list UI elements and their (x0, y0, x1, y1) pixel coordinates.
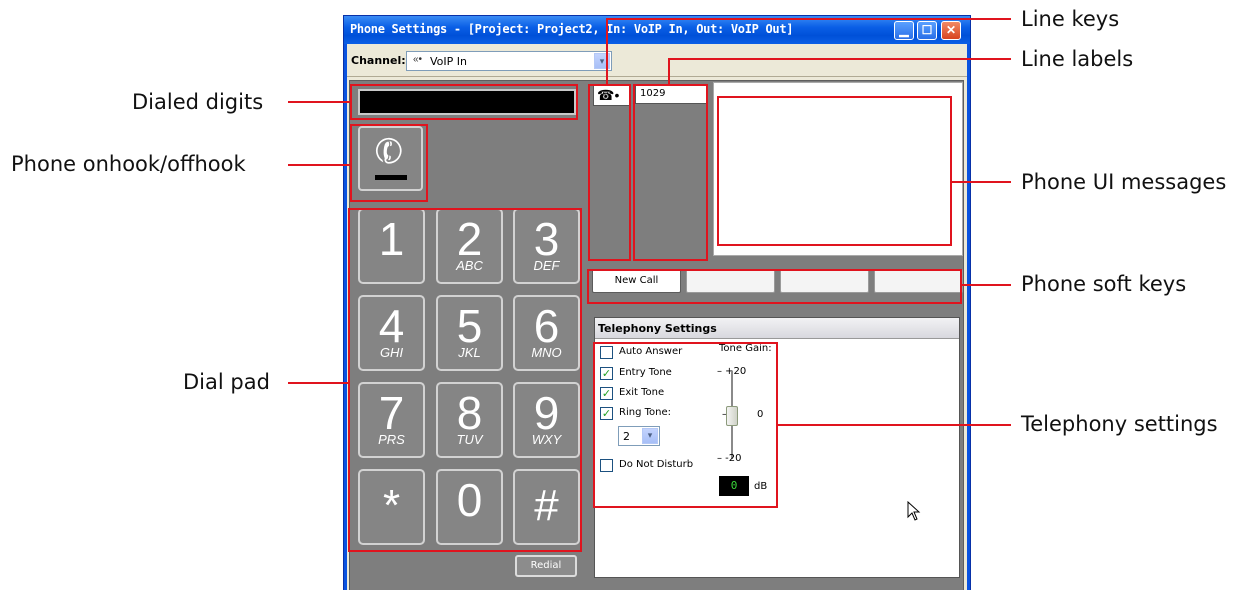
key-digit: 7 (378, 387, 405, 439)
auto-answer-checkbox[interactable] (600, 346, 613, 359)
tone-gain-value: 0 (719, 476, 749, 496)
key-letters: DEF (533, 258, 560, 273)
line-keys-connector-v (606, 18, 608, 85)
phone-settings-window: Phone Settings - [Project: Project2, In:… (343, 15, 971, 590)
hook-button[interactable]: ✆ (358, 126, 423, 191)
auto-answer-label: Auto Answer (619, 346, 683, 357)
line-labels-connector (668, 58, 1011, 60)
key-2[interactable]: 2 ABC (436, 208, 503, 284)
ring-tone-label: Ring Tone: (619, 407, 671, 418)
window-client: Channel: «• VoIP In ▾ ✆ 1 2 ABC 3 DEF 4 GHI… (347, 44, 967, 590)
exit-tone-checkbox[interactable]: ✓ (600, 387, 613, 400)
phone-panel: ✆ 1 2 ABC 3 DEF 4 GHI 5 JKL 6 MNO 7 PRS 8 TUV 9… (349, 80, 964, 590)
key-digit: # (534, 481, 559, 530)
key-digit: 0 (456, 474, 483, 526)
key-4[interactable]: 4 GHI (358, 295, 425, 371)
softkey-2[interactable] (686, 269, 775, 293)
key-digit: 6 (533, 300, 560, 352)
line-label-1: 1029 (635, 84, 708, 104)
redial-button[interactable]: Redial (515, 555, 577, 577)
ring-tone-select[interactable]: 2 ▾ (618, 426, 660, 446)
exit-tone-label: Exit Tone (619, 387, 665, 398)
key-letters: PRS (378, 432, 405, 447)
key-digit: 3 (533, 213, 560, 265)
key-5[interactable]: 5 JKL (436, 295, 503, 371)
telephony-header: Telephony Settings (595, 318, 959, 339)
key-letters: MNO (531, 345, 562, 360)
key-9[interactable]: 9 WXY (513, 382, 580, 458)
tone-gain-min: – -20 (717, 453, 742, 464)
key-digit: 2 (456, 213, 483, 265)
voip-icon: «• (413, 54, 423, 65)
entry-tone-label: Entry Tone (619, 367, 672, 378)
key-letters: GHI (379, 345, 404, 360)
entry-tone-checkbox[interactable]: ✓ (600, 367, 613, 380)
key-0[interactable]: 0 (436, 469, 503, 545)
key-7[interactable]: 7 PRS (358, 382, 425, 458)
hook-indicator (375, 175, 407, 180)
tone-gain-slider[interactable] (726, 406, 738, 426)
do-not-disturb-checkbox[interactable] (600, 459, 613, 472)
line-key-1[interactable]: ☎• (593, 84, 631, 106)
dial-pad: 1 2 ABC 3 DEF 4 GHI 5 JKL 6 MNO 7 PRS 8 TUV 9 WX… (358, 208, 584, 548)
chevron-down-icon[interactable]: ▾ (642, 428, 658, 444)
key-digit: 1 (378, 213, 405, 265)
channel-bar: Channel: «• VoIP In ▾ (347, 44, 967, 77)
key-digit: * (382, 481, 401, 530)
key-8[interactable]: 8 TUV (436, 382, 503, 458)
tone-gain-unit: dB (754, 481, 768, 492)
softkey-3[interactable] (780, 269, 869, 293)
window-title: Phone Settings - [Project: Project2, In:… (350, 22, 794, 36)
tone-gain-label: Tone Gain: (719, 343, 772, 354)
minimize-button[interactable]: ▁ (894, 21, 914, 40)
channel-value: VoIP In (430, 55, 467, 68)
key-digit: 4 (378, 300, 405, 352)
tone-gain-mid: 0 (757, 409, 764, 420)
key-hash[interactable]: # (513, 469, 580, 545)
do-not-disturb-label: Do Not Disturb (619, 459, 694, 470)
key-digit: 5 (456, 300, 483, 352)
ring-tone-checkbox[interactable]: ✓ (600, 407, 613, 420)
key-1[interactable]: 1 (358, 208, 425, 284)
channel-select[interactable]: «• VoIP In ▾ (406, 51, 612, 71)
line-keys-connector (606, 18, 1011, 20)
callout-line-keys: Line keys (1021, 7, 1120, 31)
softkey-new-call[interactable]: New Call (592, 269, 681, 293)
mouse-cursor-icon (907, 501, 921, 521)
callout-dial-pad: Dial pad (183, 370, 270, 394)
key-letters: JKL (458, 345, 481, 360)
key-6[interactable]: 6 MNO (513, 295, 580, 371)
key-digit: 8 (456, 387, 483, 439)
title-bar[interactable]: Phone Settings - [Project: Project2, In:… (344, 16, 970, 44)
phone-ui-messages (713, 82, 963, 256)
dial-pad-connector (288, 382, 348, 384)
soft-keys-connector (962, 284, 1011, 286)
softkey-4[interactable] (874, 269, 963, 293)
dialed-digits-connector (288, 101, 350, 103)
key-digit: 9 (533, 387, 560, 439)
callout-phone-ui-messages: Phone UI messages (1021, 170, 1227, 194)
key-3[interactable]: 3 DEF (513, 208, 580, 284)
callout-telephony-settings: Telephony settings (1021, 412, 1218, 436)
ui-messages-connector (952, 181, 1011, 183)
key-star[interactable]: * (358, 469, 425, 545)
dialed-digits-display (358, 89, 576, 115)
callout-phone-hook: Phone onhook/offhook (11, 152, 246, 176)
hook-connector (288, 164, 350, 166)
maximize-button[interactable]: ☐ (917, 21, 937, 40)
close-button[interactable]: ✕ (941, 21, 961, 40)
key-letters: TUV (456, 432, 483, 447)
handset-icon: ✆ (369, 129, 410, 175)
channel-label: Channel: (351, 54, 406, 67)
telephony-settings-connector (778, 424, 1011, 426)
key-letters: WXY (531, 432, 562, 447)
telephony-settings: Telephony Settings Auto Answer ✓ Entry T… (594, 317, 960, 578)
callout-line-labels: Line labels (1021, 47, 1134, 71)
callout-dialed-digits: Dialed digits (132, 90, 264, 114)
ring-tone-value: 2 (623, 430, 630, 443)
line-labels-connector-v (668, 58, 670, 85)
key-letters: ABC (456, 258, 483, 273)
callout-phone-soft-keys: Phone soft keys (1021, 272, 1187, 296)
